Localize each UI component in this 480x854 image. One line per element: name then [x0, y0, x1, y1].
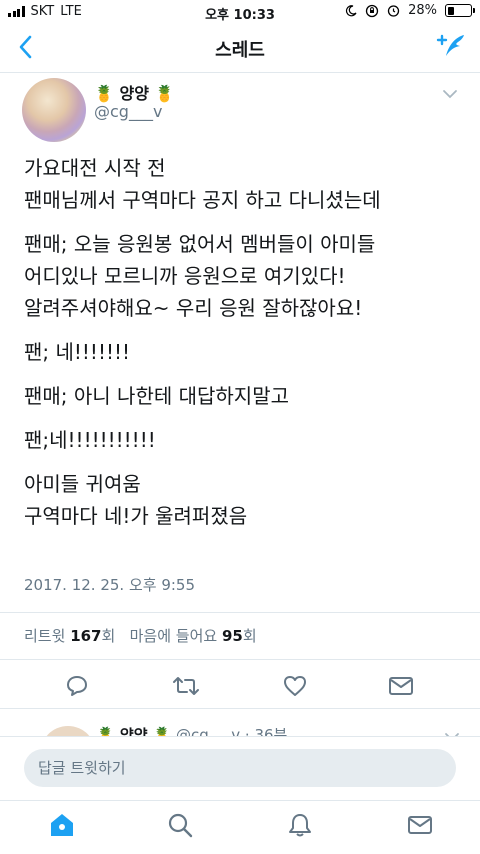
status-bar: SKT LTE 오후 10:33 28% [0, 0, 480, 24]
stats-row: 리트윗 167회 마음에 들어요 95회 [24, 625, 257, 646]
tweet-stats: 리트윗 167회 마음에 들어요 95회 [0, 612, 480, 660]
tweet-timestamp: 2017. 12. 25. 오후 9:55 [24, 576, 196, 594]
retweet-label: 리트윗 [24, 627, 66, 645]
tweet-paragraph: 팬매; 아니 나한테 대답하지말고 [24, 384, 290, 408]
tweet-paragraph: 팬;네!!!!!!!!!!! [24, 428, 156, 452]
reply-bar [0, 736, 480, 801]
heart-icon [284, 676, 306, 696]
tab-notifications[interactable] [286, 811, 314, 843]
search-icon [168, 813, 193, 838]
tweet-actions [0, 664, 480, 709]
avatar[interactable] [22, 78, 86, 142]
alarm-icon [387, 5, 400, 17]
retweet-stat[interactable]: 리트윗 167회 [24, 627, 115, 645]
display-name[interactable]: 🍍 양양 🍍 [94, 80, 174, 104]
envelope-icon [389, 677, 413, 695]
battery-icon [445, 4, 475, 17]
bell-icon [289, 814, 311, 837]
compose-icon [436, 34, 464, 56]
home-icon [51, 814, 73, 836]
envelope-icon [408, 816, 432, 834]
tweet-paragraph: 팬; 네!!!!!!! [24, 340, 131, 364]
tab-messages[interactable] [406, 811, 434, 843]
like-label: 마음에 들어요 [129, 627, 218, 645]
tweet-paragraph: 가요대전 시작 전 팬매님께서 구역마다 공지 하고 다니셨는데 [24, 156, 381, 212]
moon-icon [346, 4, 357, 16]
tweet-paragraph: 아미들 귀여움 구역마다 네!가 울려퍼졌음 [24, 472, 248, 528]
dm-button[interactable] [388, 674, 414, 702]
like-button[interactable] [282, 674, 308, 702]
compose-button[interactable] [434, 32, 468, 66]
tweet-paragraph: 팬매; 오늘 응원봉 없어서 멤버들이 아미들 어디있나 모르니까 응원으로 여… [24, 232, 376, 320]
chevron-down-icon [443, 90, 457, 99]
nav-bar: 스레드 [0, 24, 480, 73]
retweet-button[interactable] [172, 674, 200, 702]
reply-input[interactable] [24, 749, 456, 787]
status-right: 28% [345, 3, 475, 18]
tab-bar [0, 800, 480, 854]
tweet-text: 가요대전 시작 전 팬매님께서 구역마다 공지 하고 다니셨는데 팬매; 오늘 … [24, 152, 464, 544]
tweet-header: 🍍 양양 🍍 @cg___v [0, 74, 480, 144]
reply-button[interactable] [64, 674, 90, 702]
rotation-lock-icon [365, 4, 379, 17]
battery-percent: 28% [408, 3, 437, 18]
like-unit: 회 [242, 627, 257, 645]
page-title: 스레드 [215, 40, 265, 61]
retweet-unit: 회 [101, 627, 116, 645]
tab-search[interactable] [166, 811, 194, 843]
like-stat[interactable]: 마음에 들어요 95회 [130, 627, 257, 645]
retweet-count: 167 [70, 627, 102, 645]
user-handle[interactable]: @cg___v [94, 102, 162, 121]
retweet-icon [173, 677, 199, 695]
reply-icon [67, 676, 87, 696]
like-count: 95 [221, 627, 243, 645]
tab-home[interactable] [48, 811, 76, 843]
tweet-menu-button[interactable] [442, 84, 458, 103]
